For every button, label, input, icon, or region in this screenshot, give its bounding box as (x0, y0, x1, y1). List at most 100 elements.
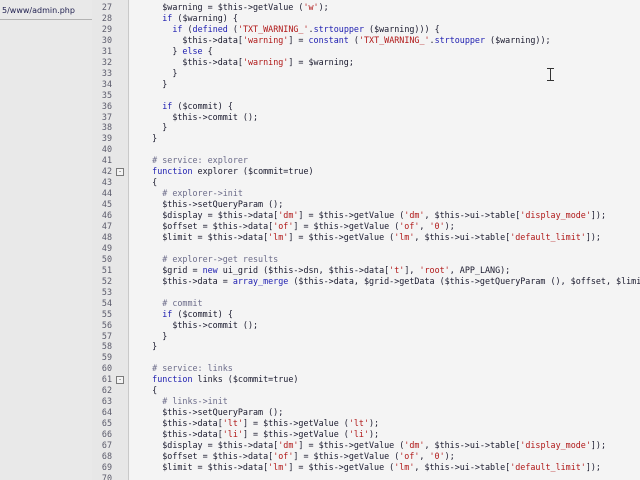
code-line[interactable]: 49 (92, 243, 640, 254)
code-line[interactable]: 70 (92, 473, 640, 480)
code-area[interactable]: 27 $warning = $this->getValue ('w'); 28 i… (92, 0, 640, 480)
code-line[interactable]: 54 # commit (92, 298, 640, 309)
code-line[interactable]: 68 $offset = $this->data['of'] = $this->… (92, 451, 640, 462)
line-number: 61 (101, 374, 112, 385)
code-text: $this->setQueryParam (); (132, 199, 284, 210)
code-line[interactable]: 65 $this->data['lt'] = $this->getValue (… (92, 418, 640, 429)
code-line[interactable]: 61- function links ($commit=true) (92, 374, 640, 385)
code-line[interactable]: 44 # explorer->init (92, 188, 640, 199)
code-text: # links->init (132, 396, 228, 407)
code-text: $this->data['warning'] = $warning; (132, 56, 354, 67)
code-line[interactable]: 69 $limit = $this->data['lm'] = $this->g… (92, 462, 640, 473)
code-line[interactable]: 48 $limit = $this->data['lm'] = $this->g… (92, 232, 640, 243)
code-text: } (132, 67, 178, 78)
line-number: 70 (101, 472, 112, 480)
code-line[interactable]: 46 $display = $this->data['dm'] = $this-… (92, 210, 640, 221)
code-text: } else { (132, 45, 213, 56)
line-number: 56 (101, 319, 112, 330)
code-text: # explorer->get results (132, 253, 279, 264)
code-text: { (132, 385, 158, 396)
code-line[interactable]: 45 $this->setQueryParam (); (92, 199, 640, 210)
code-line[interactable]: 29 if (defined ('TXT_WARNING_'.strtouppe… (92, 24, 640, 35)
code-editor[interactable]: 27 $warning = $this->getValue ('w'); 28 i… (92, 0, 640, 480)
sidebar-file-path[interactable]: 5/www/admin.php (2, 6, 75, 15)
code-line[interactable]: 56 $this->commit (); (92, 320, 640, 331)
line-number: 68 (101, 450, 112, 461)
code-text: } (132, 330, 168, 341)
code-text: $this->data['warning'] = constant ('TXT_… (132, 34, 551, 45)
code-line[interactable]: 30 $this->data['warning'] = constant ('T… (92, 35, 640, 46)
code-text: $limit = $this->data['lm'] = $this->getV… (132, 231, 601, 242)
code-text: if ($commit) { (162, 308, 233, 319)
line-number: 46 (101, 210, 112, 221)
code-text: } (132, 78, 168, 89)
code-line[interactable]: 33 } (92, 68, 640, 79)
code-line[interactable]: 57 } (92, 331, 640, 342)
code-text: $this->data['li'] = $this->getValue ('li… (132, 429, 380, 440)
code-line[interactable]: 35 (92, 90, 640, 101)
line-number: 66 (101, 429, 112, 440)
sidebar-divider (0, 19, 92, 20)
line-number: 35 (101, 89, 112, 100)
code-line[interactable]: 43 { (92, 177, 640, 188)
line-number: 54 (101, 297, 112, 308)
code-line[interactable]: 60 # service: links (92, 363, 640, 374)
code-line[interactable]: 34 } (92, 79, 640, 90)
line-number: 49 (101, 242, 112, 253)
code-line[interactable]: 50 # explorer->get results (92, 254, 640, 265)
code-line[interactable]: 55 if ($commit) { (92, 309, 640, 320)
line-number: 47 (101, 221, 112, 231)
line-number: 36 (101, 100, 112, 111)
code-text: } (132, 341, 158, 352)
line-number: 30 (101, 34, 112, 45)
code-text: # commit (132, 297, 203, 308)
code-line[interactable]: 38 } (92, 122, 640, 133)
line-number: 38 (101, 122, 112, 133)
code-line[interactable]: 51 $grid = new ui_grid ($this->dsn, $thi… (92, 265, 640, 276)
line-number: 48 (101, 231, 112, 242)
code-line[interactable]: 40 (92, 144, 640, 155)
code-text: if ($commit) { (162, 100, 233, 111)
code-text: function links ($commit=true) (152, 374, 299, 385)
fold-toggle-icon[interactable]: - (116, 168, 124, 177)
code-text: $offset = $this->data['of'] = $this->get… (132, 450, 455, 461)
code-line[interactable]: 66 $this->data['li'] = $this->getValue (… (92, 429, 640, 440)
code-line[interactable]: 64 $this->setQueryParam (); (92, 407, 640, 418)
line-number: 37 (101, 111, 112, 122)
code-text: } (132, 133, 158, 144)
code-line[interactable]: 62 { (92, 385, 640, 396)
code-line[interactable]: 36 if ($commit) { (92, 101, 640, 112)
code-line[interactable]: 63 # links->init (92, 396, 640, 407)
line-number: 51 (101, 264, 112, 275)
code-line[interactable]: 67 $display = $this->data['dm'] = $this-… (92, 440, 640, 451)
code-line[interactable]: 41 # service: explorer (92, 155, 640, 166)
code-text: $display = $this->data['dm'] = $this->ge… (132, 440, 607, 450)
code-line[interactable]: 32 $this->data['warning'] = $warning; (92, 57, 640, 68)
code-text: $display = $this->data['dm'] = $this->ge… (132, 210, 607, 221)
line-number: 41 (101, 155, 112, 166)
text-cursor-icon (547, 68, 554, 81)
code-line[interactable]: 52 $this->data = array_merge ($this->dat… (92, 276, 640, 287)
code-text: } (132, 122, 168, 133)
code-line[interactable]: 42- function explorer ($commit=true) (92, 166, 640, 177)
code-text: $limit = $this->data['lm'] = $this->getV… (132, 461, 601, 472)
code-text: $this->data = array_merge ($this->data, … (132, 275, 640, 286)
code-line[interactable]: 27 $warning = $this->getValue ('w'); (92, 2, 640, 13)
line-number: 27 (101, 2, 112, 12)
line-number: 45 (101, 199, 112, 210)
code-line[interactable]: 28 if ($warning) { (92, 13, 640, 24)
code-text: $offset = $this->data['of'] = $this->get… (132, 221, 455, 231)
line-number: 29 (101, 23, 112, 34)
code-line[interactable]: 59 (92, 352, 640, 363)
code-line[interactable]: 47 $offset = $this->data['of'] = $this->… (92, 221, 640, 232)
code-line[interactable]: 53 (92, 287, 640, 298)
line-number: 55 (101, 308, 112, 319)
code-line[interactable]: 58 } (92, 341, 640, 352)
code-text: # service: links (132, 363, 233, 374)
code-line[interactable]: 31 } else { (92, 46, 640, 57)
code-line[interactable]: 37 $this->commit (); (92, 112, 640, 123)
code-line[interactable]: 39 } (92, 133, 640, 144)
fold-toggle-icon[interactable]: - (116, 376, 124, 385)
line-number: 57 (101, 330, 112, 341)
line-number: 34 (101, 78, 112, 89)
